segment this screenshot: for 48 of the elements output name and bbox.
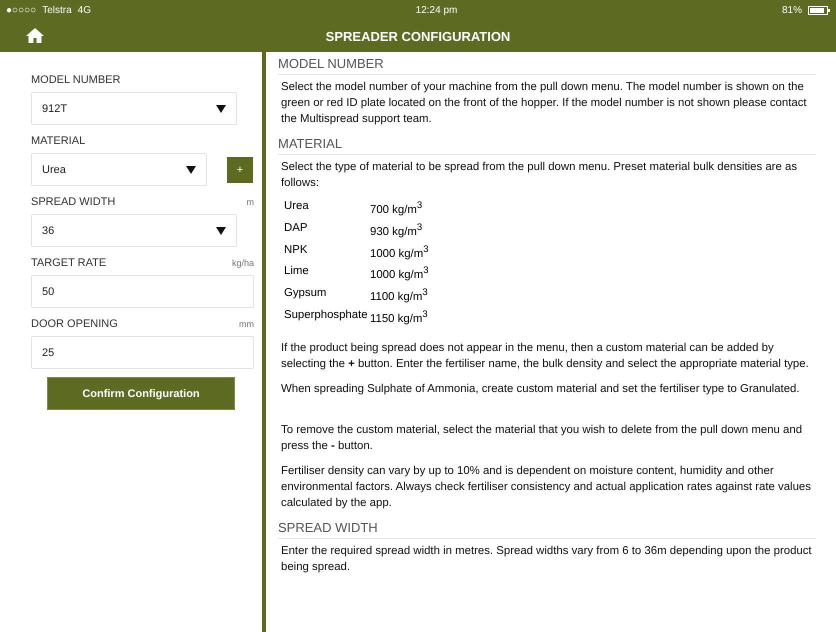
material-density: 1000 kg/m$^{3}$ [370, 265, 428, 282]
caret-icon [216, 226, 226, 234]
material-density: 700 kg/m$^{3}$ [370, 200, 424, 216]
clock-time: 12:24 pm [416, 4, 458, 16]
help-paragraph: Enter the required spread width in metres. Spread widths vary from 6 to 36m depending upon the product being spread. [281, 544, 813, 575]
home-icon[interactable] [26, 27, 44, 43]
nav-title: SPREADER CONFIGURATION [326, 28, 510, 44]
material-density: 1000 kg/m$^{3}$ [370, 244, 428, 260]
help-paragraph: When spreading Sulphate of Ammonia, create custom material and set the fertiliser type to Granulated. [281, 382, 801, 397]
help-paragraph: To remove the custom material, select the material that you wish to delete from the pull down menu and press the - button. [281, 422, 804, 454]
dropdown[interactable]: 912T [31, 92, 237, 125]
material-name: NPK [284, 244, 308, 258]
section-heading: MODEL NUMBER [278, 56, 816, 75]
network-type: 4G [78, 4, 91, 16]
help-paragraph: Select the model number of your machine from the pull down menu. The model number is shown on the green or red ID plate located on the front of the hopper. If the model number is not shown please contact the Multispread support team. [281, 80, 808, 127]
material-name: Superphosphate [284, 308, 369, 323]
battery-percent: 81% [782, 4, 802, 16]
caret-icon [216, 104, 226, 112]
carrier-name: Telstra [42, 4, 72, 16]
battery-icon [808, 6, 830, 14]
input-field[interactable]: 50 [31, 275, 254, 308]
material-name: Lime [284, 265, 310, 280]
material-density: 930 kg/m$^{3}$ [370, 222, 424, 238]
dropdown[interactable]: Urea [31, 153, 207, 186]
add-button[interactable]: + [227, 156, 253, 182]
field-label: MODEL NUMBER [31, 74, 120, 86]
material-density: 1150 kg/m$^{3}$ [370, 308, 428, 325]
input-field[interactable]: 25 [31, 336, 254, 369]
field-label: DOOR OPENING [31, 318, 118, 330]
unit-label: m [246, 197, 254, 207]
unit-label: kg/ha [232, 258, 254, 268]
field-label: TARGET RATE [31, 257, 106, 269]
field-label: SPREAD WIDTH [31, 196, 116, 208]
material-name: Gypsum [284, 287, 328, 302]
help-paragraph: If the product being spread does not appear in the menu, then a custom material can be added by selecting the + button. Enter the fertiliser name, the bulk density and select the appropriate material type. [281, 340, 810, 372]
section-heading: MATERIAL [278, 136, 816, 155]
dropdown[interactable]: 36 [31, 214, 237, 247]
section-heading: SPREAD WIDTH [278, 520, 816, 539]
field-label: MATERIAL [31, 135, 86, 147]
material-density: 1100 kg/m$^{3}$ [370, 287, 428, 303]
signal-indicator: ●○○○○ [6, 4, 36, 16]
material-name: DAP [284, 222, 308, 236]
help-paragraph: Fertiliser density can vary by up to 10% and is dependent on moisture content, humidity and other environmental factors. Always check fertiliser consistency and actual application rates against rate values calculated by the app. [281, 464, 812, 511]
confirm-button[interactable]: Confirm Configuration [47, 377, 235, 410]
unit-label: mm [239, 319, 254, 329]
help-paragraph: Select the type of material to be spread from the pull down menu. Preset material bulk densities are as follows: [281, 160, 798, 191]
material-name: Urea [284, 200, 310, 214]
caret-icon [186, 166, 196, 174]
